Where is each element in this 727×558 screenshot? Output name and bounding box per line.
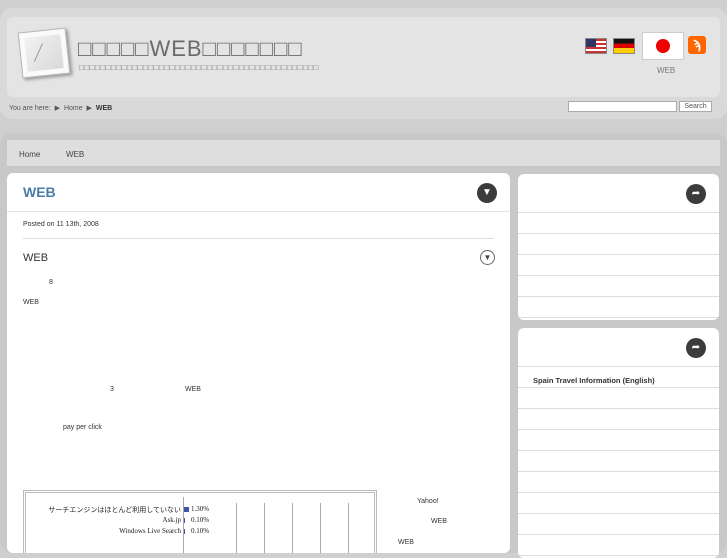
breadcrumb-home-link[interactable]: Home	[64, 105, 83, 112]
sidebar-list-item[interactable]	[518, 234, 719, 255]
search-button[interactable]: Search	[679, 101, 712, 112]
chart-bar	[184, 518, 185, 523]
flag-de-icon[interactable]	[613, 38, 635, 54]
chevron-down-outline-icon[interactable]: ▼	[480, 250, 495, 265]
sidebar-list-item[interactable]	[518, 493, 719, 514]
site-description: □□□□□□□□□□□□□□□□□□□□□□□□□□□□□□□□□□□□□□□□…	[79, 63, 319, 72]
chart-value-label: 0.10%	[191, 527, 210, 535]
sidebar-header: ➦	[518, 328, 719, 367]
chart-bar	[184, 507, 189, 512]
paragraph-text: pay per click	[63, 424, 102, 431]
sidebar-list-item[interactable]	[518, 451, 719, 472]
paragraph-text: WEB	[23, 299, 39, 306]
site-header: □□□□□WEB□□□□□□□ □□□□□□□□□□□□□□□□□□□□□□□□…	[0, 8, 727, 119]
sidebar-list-item[interactable]	[518, 388, 719, 409]
breadcrumb-arrow-icon: ▶	[84, 105, 94, 112]
search-engine-chart: サーチエンジンはほとんど利用していない 1.30% Ask.jp 0.10% Windo…	[23, 490, 377, 553]
sidebar-box-1: ➦	[518, 174, 719, 320]
breadcrumb: You are here: ▶ Home ▶ WEB	[9, 104, 112, 112]
rss-icon[interactable]: ϡ	[688, 36, 706, 54]
chart-category-label: Windows Live Search	[119, 527, 181, 535]
paragraph-text: WEB	[431, 518, 447, 525]
chart-value-label: 0.10%	[191, 516, 210, 524]
chart-row: Ask.jp 0.10%	[26, 516, 374, 525]
paragraph-text: Yahoo!	[417, 498, 439, 505]
sidebar-list-item[interactable]: Spain Travel Information (English)	[518, 367, 719, 388]
language-label: WEB	[657, 66, 676, 75]
share-arrow-icon[interactable]: ➦	[686, 184, 706, 204]
nav-home[interactable]: Home	[19, 150, 40, 159]
sidebar-list-item[interactable]	[518, 514, 719, 535]
sidebar-list-item[interactable]	[518, 409, 719, 430]
post-date: Posted on 11 13th, 2008	[23, 221, 99, 228]
breadcrumb-prefix: You are here:	[9, 105, 51, 112]
sidebar-list-item[interactable]	[518, 430, 719, 451]
sidebar-list-item[interactable]	[518, 255, 719, 276]
logo-image[interactable]	[17, 27, 71, 79]
photo-icon	[24, 34, 64, 72]
breadcrumb-arrow-icon: ▶	[52, 105, 63, 112]
chart-row: Windows Live Search 0.10%	[26, 527, 374, 536]
sidebar-list-item[interactable]	[518, 297, 719, 318]
chart-bar	[184, 529, 185, 534]
sidebar-list-item[interactable]	[518, 472, 719, 493]
chart-category-label: Ask.jp	[162, 516, 181, 524]
chart-row: サーチエンジンはほとんど利用していない 1.30%	[26, 505, 374, 514]
main-nav: Home WEB	[7, 140, 720, 166]
sidebar-header: ➦	[518, 174, 719, 213]
divider	[23, 238, 494, 239]
site-title[interactable]: □□□□□WEB□□□□□□□	[78, 36, 303, 62]
sidebar-box-2: ➦ Spain Travel Information (English)	[518, 328, 719, 558]
paragraph-text: 8	[49, 279, 53, 286]
post-heading: WEB	[23, 252, 49, 264]
chart-value-label: 1.30%	[191, 505, 210, 513]
sidebar-list-item[interactable]	[518, 535, 719, 556]
flag-us-icon[interactable]	[585, 38, 607, 54]
share-arrow-icon[interactable]: ➦	[686, 338, 706, 358]
sidebar-list-item[interactable]	[518, 213, 719, 234]
flag-jp-icon[interactable]	[642, 32, 684, 60]
search-input[interactable]	[568, 101, 677, 112]
divider	[7, 211, 510, 212]
nav-web[interactable]: WEB	[66, 150, 84, 159]
chart-category-label: サーチエンジンはほとんど利用していない	[48, 506, 181, 514]
post-panel: WEB ▼ Posted on 11 13th, 2008 WEB ▼ 8 WE…	[7, 173, 510, 553]
header-panel: □□□□□WEB□□□□□□□ □□□□□□□□□□□□□□□□□□□□□□□□…	[7, 17, 720, 97]
paragraph-text: 3	[110, 386, 114, 393]
breadcrumb-current: WEB	[95, 105, 113, 112]
chevron-down-circle-icon[interactable]: ▼	[477, 183, 497, 203]
post-title[interactable]: WEB	[23, 184, 56, 200]
sidebar-list-item[interactable]	[518, 276, 719, 297]
paragraph-text: WEB	[185, 386, 201, 393]
